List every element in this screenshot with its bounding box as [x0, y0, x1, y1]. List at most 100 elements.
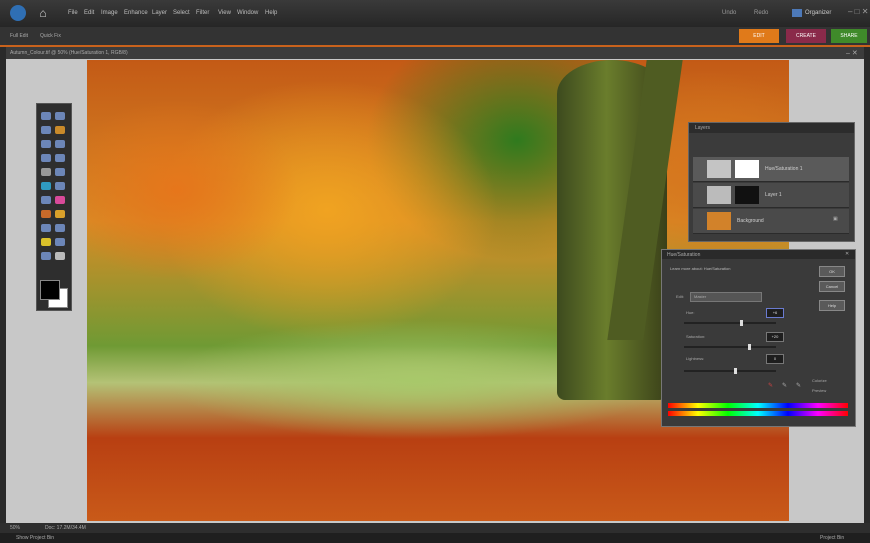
document-title-bar: Autumn_Colour.tif @ 50% (Hue/Saturation … [6, 47, 864, 59]
edit-mode-button[interactable]: EDIT [739, 29, 779, 43]
layer-thumbnail [707, 160, 731, 178]
layers-panel: Layers Hue/Saturation 1 Layer 1 Backgrou… [688, 122, 855, 242]
dialog-title: Hue/Saturation [667, 252, 701, 258]
project-bin-label[interactable]: Project Bin [820, 535, 844, 541]
menu-help[interactable]: Help [265, 10, 277, 16]
hue-spectrum-bar-top [668, 403, 848, 408]
brush-tool-icon[interactable] [41, 210, 51, 218]
organizer-button[interactable]: Organizer [805, 10, 831, 16]
smart-brush-tool-icon[interactable] [55, 210, 65, 218]
lightness-slider[interactable] [684, 370, 776, 372]
eraser-tool-icon[interactable] [55, 196, 65, 204]
document-info: Doc: 17.2M/34.4M [45, 525, 86, 531]
share-mode-button[interactable]: SHARE [831, 29, 867, 43]
ok-button[interactable]: OK [819, 266, 845, 277]
layer-row[interactable]: Layer 1 [693, 183, 849, 208]
crop-tool-icon[interactable] [55, 168, 65, 176]
healing-brush-tool-icon[interactable] [55, 182, 65, 190]
saturation-label: Saturation: [686, 334, 706, 339]
sponge-tool-icon[interactable] [41, 252, 51, 260]
help-button[interactable]: Help [819, 300, 845, 311]
eyedropper-tool-icon[interactable] [55, 126, 65, 134]
layer-thumbnail [707, 212, 731, 230]
foreground-color-swatch[interactable] [40, 280, 60, 300]
lightness-value-field[interactable]: 0 [766, 354, 784, 364]
show-project-bin-button[interactable]: Show Project Bin [16, 535, 54, 541]
window-controls-icon[interactable]: – □ ✕ [848, 7, 868, 16]
hue-label: Hue: [686, 310, 695, 315]
type-tool-icon[interactable] [41, 168, 51, 176]
menu-view[interactable]: View [218, 10, 231, 16]
organizer-icon[interactable] [792, 9, 802, 17]
edit-select-value: Master [694, 294, 707, 299]
full-edit-tab[interactable]: Full Edit [10, 33, 28, 39]
lightness-label: Lightness: [686, 356, 705, 361]
zoom-level[interactable]: 50% [10, 525, 20, 531]
clone-stamp-tool-icon[interactable] [41, 196, 51, 204]
eyedropper-minus-icon[interactable]: ✎ [796, 382, 801, 389]
paint-bucket-tool-icon[interactable] [41, 224, 51, 232]
layer-mask-thumbnail [735, 160, 759, 178]
layer-name: Layer 1 [765, 192, 782, 198]
hue-saturation-dialog: Hue/Saturation ✕ Learn more about: Hue/S… [661, 249, 856, 427]
hand-tool-icon[interactable] [41, 126, 51, 134]
layer-name: Background [737, 218, 764, 224]
move-tool-icon[interactable] [41, 112, 51, 120]
edit-label: Edit: [676, 294, 685, 299]
layer-row[interactable]: Hue/Saturation 1 [693, 157, 849, 182]
menu-window[interactable]: Window [237, 10, 258, 16]
home-icon[interactable]: ⌂ [36, 6, 50, 20]
blur-tool-icon[interactable] [55, 238, 65, 246]
zoom-tool-icon[interactable] [55, 112, 65, 120]
layers-panel-title[interactable]: Layers [695, 125, 710, 131]
hue-slider-knob[interactable] [740, 320, 743, 326]
menu-edit[interactable]: Edit [84, 10, 94, 16]
dialog-titlebar: Hue/Saturation ✕ [662, 250, 855, 259]
layer-row[interactable]: Background ▣ [693, 209, 849, 234]
preview-checkbox[interactable]: Preview [812, 388, 826, 393]
menu-image[interactable]: Image [101, 10, 118, 16]
colorize-checkbox[interactable]: Colorize [812, 378, 827, 383]
undo-button[interactable]: Undo [722, 10, 736, 16]
lasso-tool-icon[interactable] [55, 140, 65, 148]
saturation-value-field[interactable]: +20 [766, 332, 784, 342]
cancel-button[interactable]: Cancel [819, 281, 845, 292]
app-logo-icon[interactable] [10, 5, 26, 21]
layer-mask-thumbnail [735, 186, 759, 204]
magic-wand-tool-icon[interactable] [41, 154, 51, 162]
create-mode-button[interactable]: CREATE [786, 29, 826, 43]
menu-layer[interactable]: Layer [152, 10, 167, 16]
gradient-tool-icon[interactable] [55, 224, 65, 232]
hue-slider[interactable] [684, 322, 776, 324]
redo-button[interactable]: Redo [754, 10, 768, 16]
menu-bar: ⌂ File Edit Image Enhance Layer Select F… [0, 0, 870, 27]
status-bar: 50% Doc: 17.2M/34.4M [0, 523, 870, 533]
shape-tool-icon[interactable] [41, 238, 51, 246]
eyedropper-plus-icon[interactable]: ✎ [782, 382, 787, 389]
saturation-slider[interactable] [684, 346, 776, 348]
quick-selection-tool-icon[interactable] [55, 154, 65, 162]
project-bin-bar: Show Project Bin Project Bin [0, 533, 870, 543]
marquee-tool-icon[interactable] [41, 140, 51, 148]
layer-name: Hue/Saturation 1 [765, 166, 803, 172]
close-document-icon[interactable]: – ✕ [846, 49, 858, 57]
lock-icon: ▣ [833, 216, 838, 222]
eyedropper-icon[interactable]: ✎ [768, 382, 773, 389]
saturation-slider-knob[interactable] [748, 344, 751, 350]
pencil-tool-icon[interactable] [55, 252, 65, 260]
hue-value-field[interactable]: +6 [766, 308, 784, 318]
layer-thumbnail [707, 186, 731, 204]
menu-enhance[interactable]: Enhance [124, 10, 148, 16]
layers-panel-tabbar: Layers [689, 123, 854, 133]
learn-more-link[interactable]: Learn more about: Hue/Saturation [670, 266, 730, 271]
menu-file[interactable]: File [68, 10, 78, 16]
edit-select[interactable]: Master [690, 292, 762, 302]
menu-filter[interactable]: Filter [196, 10, 209, 16]
quick-fix-tab[interactable]: Quick Fix [40, 33, 61, 39]
hue-spectrum-bar-bottom [668, 411, 848, 416]
document-title: Autumn_Colour.tif @ 50% (Hue/Saturation … [10, 50, 128, 56]
red-eye-tool-icon[interactable] [41, 182, 51, 190]
lightness-slider-knob[interactable] [734, 368, 737, 374]
close-dialog-icon[interactable]: ✕ [845, 251, 849, 257]
menu-select[interactable]: Select [173, 10, 190, 16]
